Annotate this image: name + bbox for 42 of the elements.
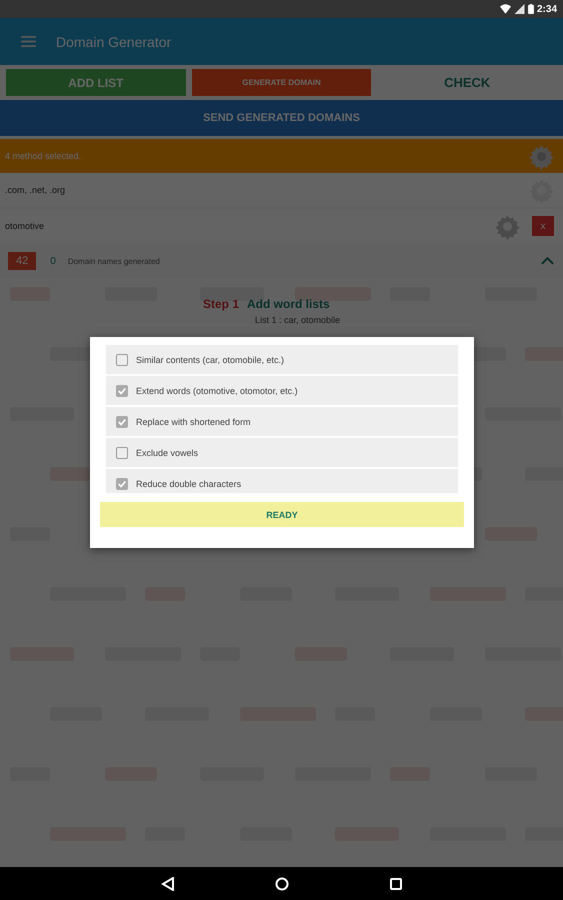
checkbox[interactable]: [116, 354, 128, 366]
gear-icon[interactable]: [494, 212, 521, 240]
back-icon[interactable]: [160, 876, 174, 890]
app-title: Domain Generator: [56, 34, 172, 50]
option-label: Replace with shortened form: [136, 416, 251, 426]
option-row[interactable]: Reduce double characters: [106, 469, 458, 493]
menu-icon[interactable]: [21, 36, 36, 47]
option-row[interactable]: Replace with shortened form: [106, 407, 458, 436]
step-number: Step 1: [203, 297, 240, 311]
list-text: List 1 : car, otomobile: [255, 315, 340, 325]
count-badge: 42: [8, 252, 36, 270]
option-row[interactable]: Similar contents (car, otomobile, etc.): [106, 345, 458, 374]
signal-icon: [514, 4, 525, 14]
chevron-up-icon[interactable]: [541, 257, 554, 265]
wifi-icon: [500, 4, 511, 14]
action-button[interactable]: GENERATE DOMAIN: [192, 69, 372, 96]
recents-icon[interactable]: [388, 876, 402, 890]
step-title: Add word lists: [247, 297, 330, 311]
send-button[interactable]: SEND GENERATED DOMAINS: [0, 100, 563, 136]
option-row[interactable]: Exclude vowels: [106, 438, 458, 467]
checkbox[interactable]: [116, 384, 128, 396]
option-label: Reduce double characters: [136, 478, 242, 488]
extensions-text: .com, .net, .org: [5, 185, 66, 195]
word-text: otomotive: [5, 221, 46, 231]
remove-button[interactable]: x: [532, 216, 554, 236]
battery-icon: [528, 4, 534, 14]
clock: 2:34: [536, 4, 557, 14]
summary-label: Domain names generated: [68, 256, 161, 266]
option-label: Similar contents (car, otomobile, etc.): [136, 354, 284, 364]
methods-bar[interactable]: 4 method selected.: [0, 139, 563, 173]
checkbox[interactable]: [116, 478, 128, 490]
methods-text: 4 method selected.: [5, 151, 82, 161]
option-label: Exclude vowels: [136, 448, 198, 458]
option-label: Extend words (otomotive, otomotor, etc.): [136, 386, 298, 396]
checkbox[interactable]: [116, 416, 128, 428]
home-icon[interactable]: [274, 876, 288, 890]
ready-button[interactable]: READY: [100, 502, 464, 527]
option-row[interactable]: Extend words (otomotive, otomotor, etc.): [106, 376, 458, 405]
gear-icon[interactable]: [528, 142, 555, 170]
checkbox[interactable]: [116, 446, 128, 458]
checked-count: 0: [50, 256, 56, 266]
action-button[interactable]: ADD LIST: [6, 69, 186, 96]
